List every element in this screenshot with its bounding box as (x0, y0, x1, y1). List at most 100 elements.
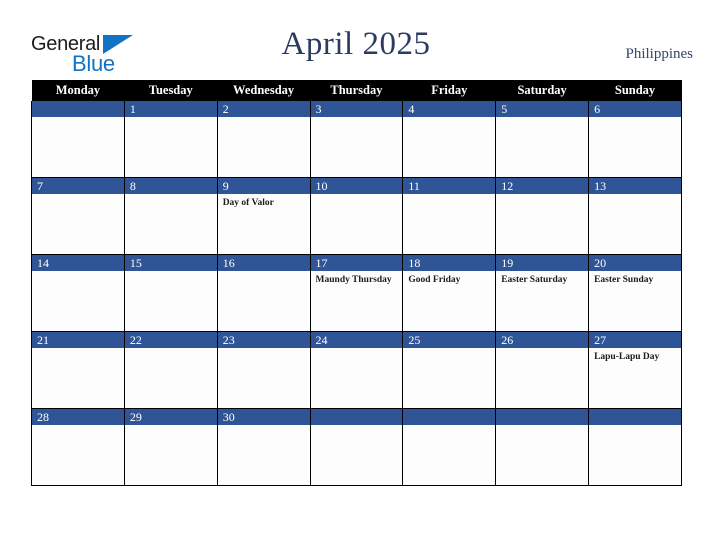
day-event: Good Friday (408, 275, 461, 285)
calendar-day-cell[interactable]: 6 (588, 101, 682, 178)
day-content[interactable] (125, 425, 216, 485)
day-content[interactable] (125, 271, 216, 331)
calendar-day-cell[interactable]: 17 Maundy Thursday (309, 254, 404, 332)
weekday-header-monday: Monday (31, 80, 125, 101)
calendar-day-cell[interactable] (31, 101, 125, 178)
day-content[interactable] (404, 194, 495, 254)
day-content[interactable]: Day of Valor (218, 194, 309, 254)
day-content[interactable] (590, 117, 681, 177)
calendar-day-cell[interactable]: 13 (588, 177, 682, 255)
calendar-day-cell[interactable]: 29 (123, 408, 218, 486)
day-content[interactable] (404, 348, 495, 408)
calendar-day-cell[interactable]: 4 (402, 101, 497, 178)
day-number: 9 (218, 178, 310, 194)
day-content[interactable] (125, 117, 216, 177)
calendar-week-row: 7 8 9 Day of Valor 10 11 12 13 (31, 177, 682, 255)
day-content[interactable]: Good Friday (404, 271, 495, 331)
calendar-day-cell[interactable]: 25 (402, 331, 497, 409)
day-content[interactable] (218, 348, 309, 408)
calendar-day-cell[interactable] (402, 408, 497, 486)
day-number: 18 (403, 255, 495, 271)
day-content[interactable] (32, 271, 123, 331)
day-number: 23 (218, 332, 310, 348)
day-content[interactable]: Easter Sunday (590, 271, 681, 331)
day-number (32, 101, 124, 117)
day-content[interactable] (32, 194, 123, 254)
calendar-day-cell[interactable]: 30 (216, 408, 311, 486)
calendar-day-cell[interactable] (588, 408, 682, 486)
calendar-day-cell[interactable]: 26 (495, 331, 590, 409)
calendar-day-cell[interactable]: 24 (309, 331, 404, 409)
day-content[interactable] (497, 348, 588, 408)
day-content[interactable] (404, 425, 495, 485)
calendar-day-cell[interactable]: 19 Easter Saturday (495, 254, 590, 332)
day-number: 3 (311, 101, 402, 117)
day-number: 15 (125, 255, 217, 271)
day-content[interactable] (218, 271, 309, 331)
day-content[interactable] (497, 194, 588, 254)
calendar-week-row: 21 22 23 24 25 26 27 Lapu-Lapu Day (31, 331, 682, 409)
calendar-day-cell[interactable]: 1 (123, 101, 218, 178)
day-number: 25 (403, 332, 495, 348)
calendar-day-cell[interactable]: 21 (31, 331, 125, 409)
day-content[interactable] (311, 348, 402, 408)
day-number: 6 (589, 101, 681, 117)
calendar-day-cell[interactable]: 14 (31, 254, 125, 332)
day-event: Day of Valor (222, 198, 274, 208)
day-content[interactable] (590, 194, 681, 254)
weekday-header-tuesday: Tuesday (124, 80, 218, 101)
day-content[interactable] (311, 117, 402, 177)
calendar-day-cell[interactable] (495, 408, 590, 486)
day-content[interactable] (404, 117, 495, 177)
calendar-day-cell[interactable]: 5 (495, 101, 590, 178)
day-content[interactable] (32, 425, 123, 485)
calendar-day-cell[interactable]: 20 Easter Sunday (588, 254, 682, 332)
day-content[interactable]: Lapu-Lapu Day (590, 348, 681, 408)
day-event: Maundy Thursday (315, 275, 392, 285)
calendar-day-cell[interactable]: 10 (309, 177, 404, 255)
day-content[interactable] (218, 117, 309, 177)
calendar-day-cell[interactable]: 2 (216, 101, 311, 178)
calendar-day-cell[interactable]: 27 Lapu-Lapu Day (588, 331, 682, 409)
calendar-day-cell[interactable]: 15 (123, 254, 218, 332)
page-title: April 2025 (281, 26, 431, 62)
calendar-day-cell[interactable]: 9 Day of Valor (216, 177, 311, 255)
calendar-day-cell[interactable]: 22 (123, 331, 218, 409)
day-number: 27 (589, 332, 681, 348)
day-content[interactable] (311, 194, 402, 254)
day-content[interactable] (497, 117, 588, 177)
day-content[interactable] (497, 425, 588, 485)
day-number: 17 (311, 255, 402, 271)
weekday-header-thursday: Thursday (310, 80, 403, 101)
day-number: 22 (125, 332, 217, 348)
day-content[interactable] (311, 425, 402, 485)
calendar-day-cell[interactable]: 18 Good Friday (402, 254, 497, 332)
day-content[interactable] (218, 425, 309, 485)
calendar-day-cell[interactable]: 28 (31, 408, 125, 486)
weekday-header-row: Monday Tuesday Wednesday Thursday Friday… (31, 80, 682, 101)
day-event: Lapu-Lapu Day (594, 352, 660, 362)
calendar-day-cell[interactable] (309, 408, 404, 486)
day-content[interactable] (32, 117, 123, 177)
day-number: 26 (496, 332, 588, 348)
day-number: 2 (218, 101, 310, 117)
day-content[interactable] (125, 194, 216, 254)
day-content[interactable]: Easter Saturday (497, 271, 588, 331)
day-event: Easter Saturday (501, 275, 568, 285)
calendar-day-cell[interactable]: 16 (216, 254, 311, 332)
day-number (496, 409, 588, 425)
calendar-day-cell[interactable]: 3 (309, 101, 404, 178)
calendar-week-row: 14 15 16 17 Maundy Thursday 18 Good Frid… (31, 254, 682, 332)
page-header: General Blue April 2025 Philippines (0, 0, 712, 78)
calendar-day-cell[interactable]: 12 (495, 177, 590, 255)
day-content[interactable] (125, 348, 216, 408)
calendar-day-cell[interactable]: 23 (216, 331, 311, 409)
day-content[interactable]: Maundy Thursday (311, 271, 402, 331)
day-content[interactable] (590, 425, 681, 485)
day-number (311, 409, 402, 425)
calendar-day-cell[interactable]: 8 (123, 177, 218, 255)
day-number (403, 409, 495, 425)
day-content[interactable] (32, 348, 123, 408)
calendar-day-cell[interactable]: 11 (402, 177, 497, 255)
calendar-day-cell[interactable]: 7 (31, 177, 125, 255)
